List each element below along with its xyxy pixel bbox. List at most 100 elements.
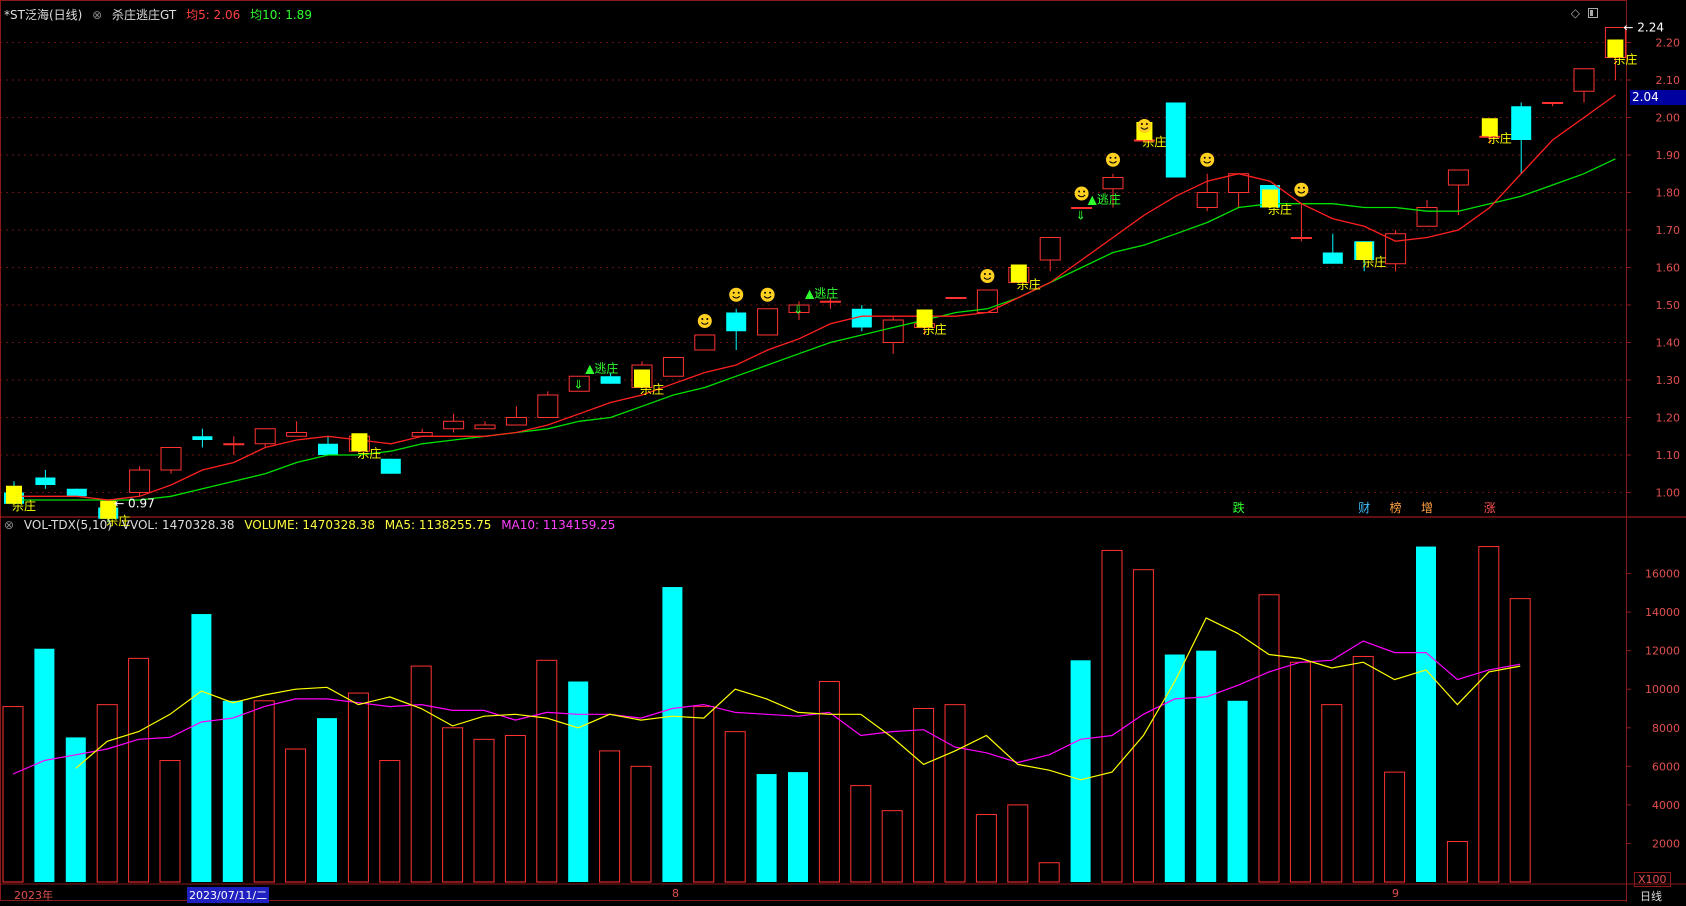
volume-bar — [850, 785, 872, 883]
candle-body — [1511, 106, 1532, 140]
candle-body — [254, 428, 276, 445]
price-tick-label: 1.80 — [1656, 187, 1681, 200]
volume-tick-label: 16000 — [1645, 568, 1680, 581]
volume-bar — [253, 700, 275, 883]
volume-bar — [913, 708, 935, 883]
price-tick-label: 1.50 — [1656, 299, 1681, 312]
candle-body — [1165, 102, 1186, 178]
candle-layer — [4, 27, 1626, 523]
price-tick-label: 1.40 — [1656, 337, 1681, 350]
sell-signal-label: 杀庄 — [1488, 130, 1512, 145]
candle-body — [819, 300, 841, 303]
volume-bar — [536, 659, 558, 883]
vma5-label: MA5: 1138255.75 — [384, 518, 492, 532]
volume-bar — [756, 774, 777, 882]
sell-signal-label: 杀庄 — [1268, 202, 1292, 217]
candle-body — [1322, 252, 1343, 264]
candle-body — [286, 432, 308, 437]
volume-bar — [2, 706, 24, 883]
smiley-eye — [1109, 156, 1112, 159]
diamond-icon[interactable]: ◇ — [1571, 6, 1580, 20]
indicator-toggle-icon[interactable]: ⊗ — [92, 8, 102, 22]
candle-body — [1447, 169, 1469, 186]
escape-signal-label: ▲逃庄 — [805, 285, 838, 300]
signal-layer: 杀庄杀庄杀庄杀庄杀庄杀庄杀庄杀庄杀庄杀庄杀庄▲逃庄⇓▲逃庄⇓▲逃庄⇓← 2.24… — [6, 21, 1664, 528]
smiley-icon — [729, 287, 744, 302]
price-tick-label: 2.00 — [1656, 112, 1681, 125]
price-tick-label: 1.00 — [1656, 487, 1681, 500]
vvol-label: VVOL: 1470328.38 — [121, 518, 235, 532]
volume-tick-label: 10000 — [1645, 683, 1680, 696]
volume-bar — [96, 704, 118, 883]
volume-tick-label: 2000 — [1652, 837, 1680, 850]
candle-body — [223, 443, 245, 446]
smiley-eye — [1140, 123, 1143, 125]
vma10-label: MA10: 1134159.25 — [501, 518, 616, 532]
candle-body — [380, 458, 401, 474]
chart-frame — [0, 0, 1627, 901]
volume-bar — [662, 587, 683, 882]
candle-body — [757, 308, 779, 336]
smiley-icon — [1106, 152, 1120, 167]
volume-bar — [34, 648, 55, 882]
month-9-label: 9 — [1392, 887, 1399, 900]
indicator-name: 杀庄逃庄GT — [112, 8, 177, 22]
smiley-icon — [697, 314, 712, 328]
volume-bar — [975, 814, 997, 883]
candle-body — [318, 443, 338, 455]
volume-bar — [222, 700, 243, 882]
volume-header: ⊗ VOL-TDX(5,10) VVOL: 1470328.38 VOLUME:… — [4, 518, 621, 532]
volume-bar — [1258, 594, 1280, 883]
smiley-icon — [1074, 186, 1089, 201]
price-tick-label: 1.70 — [1656, 224, 1681, 237]
volume-tick-label: 12000 — [1645, 645, 1680, 658]
event-marker-label: 跌 — [1233, 500, 1245, 515]
candle-body — [537, 394, 559, 418]
candle-body — [1196, 192, 1218, 208]
date-cursor-label: 2023/07/11/二 — [187, 887, 270, 903]
volume-bar — [379, 760, 401, 883]
sell-signal-label: 杀庄 — [640, 382, 664, 397]
volume-bar — [1101, 549, 1123, 883]
candle-body — [726, 312, 747, 332]
volume-tick-label: 4000 — [1652, 799, 1680, 812]
price-tick-label: 1.20 — [1656, 412, 1681, 425]
escape-signal-label: ▲逃庄 — [1088, 192, 1121, 207]
smiley-eye — [1208, 156, 1211, 159]
volume-bar — [347, 692, 369, 883]
candle-body — [474, 424, 496, 430]
volume-bar — [1070, 660, 1091, 882]
volume-bar — [1478, 546, 1500, 883]
smiley-eye — [1114, 156, 1117, 159]
price-tick-label: 1.30 — [1656, 374, 1681, 387]
smiley-eye — [1078, 190, 1081, 193]
event-marker-label: 增 — [1421, 501, 1433, 515]
window-toggle-icon[interactable] — [1588, 8, 1598, 18]
smiley-eye — [737, 291, 740, 294]
smiley-eye — [1083, 190, 1086, 193]
volume-bar — [944, 704, 966, 883]
volume-tick-label: 6000 — [1652, 760, 1680, 773]
candle-body — [192, 436, 213, 440]
volume-toggle-icon[interactable]: ⊗ — [4, 518, 14, 532]
candle-body — [662, 357, 684, 377]
ma10-line — [14, 158, 1616, 501]
volume-bar — [285, 748, 307, 883]
chart-stage: 杀庄 杀庄 杀庄 杀庄 杀庄 杀庄 杀庄 杀庄 杀庄 杀庄 杀庄 ▲逃庄 ⇓ ▲逃庄 ⇓ ▲逃庄 ⇓ ← 2.24… — [0, 0, 1686, 903]
volume-bar — [128, 657, 150, 883]
candle-body — [129, 469, 151, 493]
volume-bar — [65, 737, 86, 882]
sell-signal-label: 杀庄 — [357, 445, 381, 460]
volume-bar — [724, 731, 746, 883]
escape-signal-label: ▲逃庄 — [585, 360, 618, 375]
escape-arrow-icon: ⇓ — [1076, 209, 1086, 223]
volume-bar — [442, 727, 464, 883]
candle-body — [1102, 177, 1124, 190]
volume-bar — [1352, 655, 1374, 883]
smiley-eye — [1297, 186, 1300, 189]
smiley-icon — [1137, 119, 1152, 133]
event-marker-label: 榜 — [1390, 500, 1402, 515]
event-marker-label: 涨 — [1484, 500, 1496, 515]
volume-bar — [630, 765, 652, 883]
ma5-label: 均5: 2.06 — [186, 8, 241, 22]
